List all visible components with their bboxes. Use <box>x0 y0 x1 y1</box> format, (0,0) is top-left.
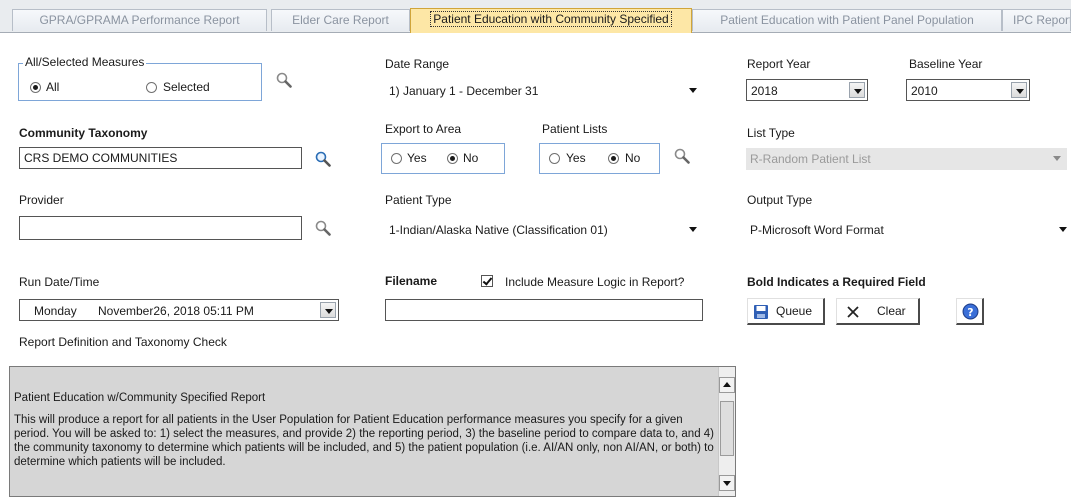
measures-all-label: All <box>46 80 60 94</box>
filename-label: Filename <box>385 274 438 288</box>
tab-elder-care-report[interactable]: Elder Care Report <box>271 9 410 31</box>
chevron-down-icon[interactable] <box>685 82 701 98</box>
patient-type-label: Patient Type <box>385 193 452 207</box>
measures-selected-label: Selected <box>163 80 210 94</box>
tab-gpra-performance-report[interactable]: GPRA/GPRAMA Performance Report <box>12 9 267 31</box>
output-type-label: Output Type <box>747 193 813 207</box>
tab-ipc-report[interactable]: IPC Report <box>1002 9 1071 31</box>
output-type-combo[interactable]: P-Microsoft Word Format <box>746 219 1071 241</box>
chevron-down-icon <box>1049 150 1065 166</box>
close-icon <box>847 306 859 318</box>
measures-all-radio[interactable] <box>30 82 41 93</box>
required-field-note: Bold Indicates a Required Field <box>747 275 926 289</box>
tab-label: IPC Report <box>1013 13 1071 27</box>
patient-lists-no-radio[interactable] <box>608 153 619 164</box>
help-button[interactable]: ? <box>956 298 984 325</box>
patient-lists-label: Patient Lists <box>542 122 608 136</box>
export-yes-radio[interactable] <box>391 153 402 164</box>
tab-label: Elder Care Report <box>292 13 389 27</box>
clear-button[interactable]: Clear <box>836 298 920 325</box>
list-type-label: List Type <box>747 126 795 140</box>
provider-search-icon[interactable] <box>315 220 331 236</box>
patient-lists-yes-radio[interactable] <box>549 153 560 164</box>
patient-type-value: 1-Indian/Alaska Native (Classification 0… <box>389 223 608 237</box>
patient-lists-search-icon[interactable] <box>674 148 690 164</box>
scroll-up-arrow-icon[interactable] <box>719 377 735 393</box>
baseline-year-combo[interactable]: 2010 <box>906 79 1030 101</box>
export-no-radio[interactable] <box>447 153 458 164</box>
queue-button[interactable]: Queue <box>747 298 825 325</box>
tab-label: GPRA/GPRAMA Performance Report <box>39 13 240 27</box>
date-range-combo[interactable]: 1) January 1 - December 31 <box>385 80 703 102</box>
filename-field[interactable] <box>385 299 703 321</box>
date-range-value: 1) January 1 - December 31 <box>389 84 539 98</box>
measures-group-label: All/Selected Measures <box>23 55 147 69</box>
include-measure-logic-checkbox[interactable] <box>481 275 493 287</box>
output-type-value: P-Microsoft Word Format <box>750 223 884 237</box>
clear-button-label: Clear <box>877 304 906 318</box>
select-measures-search-icon[interactable] <box>276 72 292 88</box>
date-range-label: Date Range <box>385 57 450 71</box>
report-tab-bar: GPRA/GPRAMA Performance Report Elder Car… <box>0 0 1071 33</box>
baseline-year-label: Baseline Year <box>909 57 983 71</box>
list-type-combo: R-Random Patient List <box>746 148 1067 170</box>
export-yes-label: Yes <box>407 151 427 165</box>
tab-patient-education-community[interactable]: Patient Education with Community Specifi… <box>410 8 692 33</box>
chevron-down-icon[interactable] <box>320 302 336 318</box>
chevron-down-icon[interactable] <box>849 82 865 98</box>
chevron-down-icon[interactable] <box>685 221 701 237</box>
report-definition-memo[interactable]: Patient Education w/Community Specified … <box>9 366 736 497</box>
scroll-thumb[interactable] <box>720 401 734 456</box>
patient-type-combo[interactable]: 1-Indian/Alaska Native (Classification 0… <box>385 219 703 241</box>
community-taxonomy-label: Community Taxonomy <box>19 126 148 140</box>
svg-text:?: ? <box>967 306 973 319</box>
chevron-down-icon[interactable] <box>1055 221 1071 237</box>
report-definition-body: This will produce a report for all patie… <box>14 414 715 468</box>
patient-lists-yes-label: Yes <box>566 151 586 165</box>
run-datetime-label: Run Date/Time <box>19 275 100 289</box>
export-no-label: No <box>463 151 479 165</box>
run-datetime-value: November26, 2018 05:11 PM <box>98 304 254 318</box>
run-datetime-picker[interactable]: Monday November26, 2018 05:11 PM <box>19 299 339 321</box>
community-taxonomy-search-icon[interactable] <box>315 151 331 167</box>
report-year-value: 2018 <box>751 84 778 98</box>
memo-scrollbar[interactable] <box>718 367 735 496</box>
run-datetime-day: Monday <box>34 304 77 318</box>
measures-selected-radio[interactable] <box>146 82 157 93</box>
tab-label: Patient Education with Patient Panel Pop… <box>720 13 974 27</box>
list-type-value: R-Random Patient List <box>750 152 871 166</box>
queue-button-label: Queue <box>776 304 813 318</box>
save-icon <box>754 305 768 319</box>
patient-lists-no-label: No <box>625 151 641 165</box>
include-measure-logic-label: Include Measure Logic in Report? <box>505 275 685 289</box>
community-taxonomy-field[interactable]: CRS DEMO COMMUNITIES <box>19 147 302 169</box>
baseline-year-value: 2010 <box>911 84 938 98</box>
report-definition-content: Patient Education w/Community Specified … <box>14 391 719 477</box>
tab-patient-education-panel[interactable]: Patient Education with Patient Panel Pop… <box>692 9 1002 31</box>
scroll-down-arrow-icon[interactable] <box>719 475 735 491</box>
help-icon: ? <box>962 303 979 320</box>
report-definition-title: Patient Education w/Community Specified … <box>14 392 266 404</box>
provider-label: Provider <box>19 193 64 207</box>
tab-label: Patient Education with Community Specifi… <box>430 11 672 27</box>
provider-field[interactable] <box>19 216 302 240</box>
report-year-combo[interactable]: 2018 <box>746 79 868 101</box>
report-definition-label: Report Definition and Taxonomy Check <box>19 335 227 349</box>
report-year-label: Report Year <box>747 57 811 71</box>
chevron-down-icon[interactable] <box>1011 82 1027 98</box>
export-to-area-label: Export to Area <box>385 122 462 136</box>
